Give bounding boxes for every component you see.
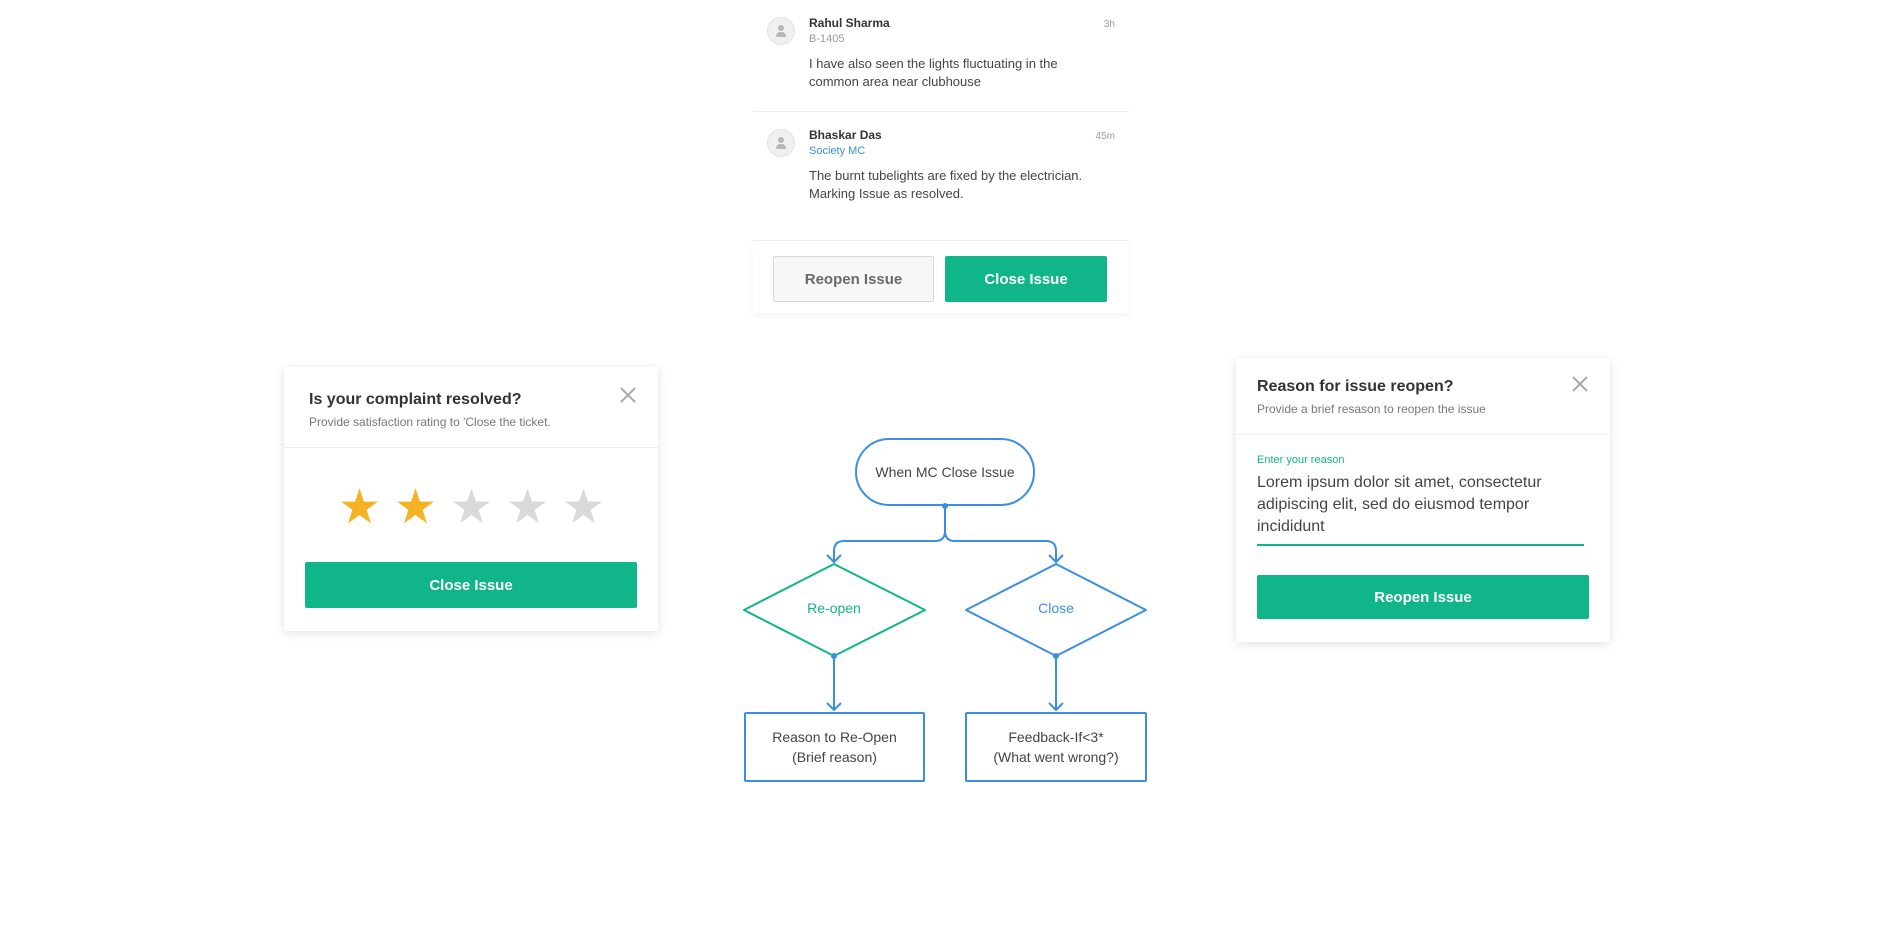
comment-role-link[interactable]: Society MC bbox=[809, 143, 1115, 159]
comment-author: Rahul Sharma bbox=[809, 16, 890, 30]
comment-text: I have also seen the lights fluctuating … bbox=[809, 56, 1058, 89]
reopen-modal-header: Reason for issue reopen? Provide a brief… bbox=[1236, 358, 1610, 435]
reason-textarea[interactable]: Lorem ipsum dolor sit amet, consectetur … bbox=[1257, 472, 1584, 546]
flow-feedback-result-line1: Feedback-If<3* bbox=[1008, 729, 1104, 745]
comment-text: The burnt tubelights are fixed by the el… bbox=[809, 168, 1083, 201]
reopen-modal: Reason for issue reopen? Provide a brief… bbox=[1236, 358, 1610, 642]
reopen-modal-subtitle: Provide a brief resason to reopen the is… bbox=[1257, 402, 1486, 416]
flow-reopen-result-line2: (Brief reason) bbox=[792, 749, 877, 765]
comment-author: Bhaskar Das bbox=[809, 128, 882, 142]
comment-item: 3h Rahul Sharma B-1405 I have also seen … bbox=[753, 0, 1129, 111]
star-icon[interactable]: ★ bbox=[450, 483, 493, 533]
flow-start-node: When MC Close Issue bbox=[855, 438, 1035, 506]
close-issue-button[interactable]: Close Issue bbox=[945, 256, 1107, 302]
avatar-icon bbox=[767, 17, 795, 45]
rating-modal: Is your complaint resolved? Provide sati… bbox=[284, 367, 658, 631]
flow-reopen-result-line1: Reason to Re-Open bbox=[772, 729, 897, 745]
issue-action-bar: Reopen Issue Close Issue bbox=[753, 240, 1129, 313]
flow-reopen-label: Re-open bbox=[807, 600, 861, 616]
comment-unit: B-1405 bbox=[809, 33, 845, 45]
star-icon[interactable]: ★ bbox=[338, 483, 381, 533]
comment-time: 45m bbox=[1095, 131, 1115, 142]
reopen-issue-button[interactable]: Reopen Issue bbox=[773, 256, 934, 302]
flow-reopen-result: Reason to Re-Open (Brief reason) bbox=[744, 712, 925, 782]
flow-feedback-result-line2: (What went wrong?) bbox=[993, 749, 1119, 765]
close-icon[interactable] bbox=[620, 387, 636, 403]
close-icon[interactable] bbox=[1572, 376, 1588, 392]
rating-close-issue-button[interactable]: Close Issue bbox=[305, 562, 637, 608]
rating-modal-title: Is your complaint resolved? bbox=[309, 391, 522, 408]
comment-thread: 3h Rahul Sharma B-1405 I have also seen … bbox=[753, 0, 1129, 223]
reason-field-label: Enter your reason bbox=[1257, 454, 1345, 466]
reopen-modal-title: Reason for issue reopen? bbox=[1257, 378, 1454, 395]
reopen-issue-submit-button[interactable]: Reopen Issue bbox=[1257, 575, 1589, 619]
flow-feedback-result: Feedback-If<3* (What went wrong?) bbox=[965, 712, 1147, 782]
star-icon[interactable]: ★ bbox=[394, 483, 437, 533]
avatar-icon bbox=[767, 129, 795, 157]
flow-close-label: Close bbox=[1038, 600, 1074, 616]
rating-modal-header: Is your complaint resolved? Provide sati… bbox=[284, 367, 658, 448]
comment-item: 45m Bhaskar Das Society MC The burnt tub… bbox=[753, 111, 1129, 223]
star-icon[interactable]: ★ bbox=[562, 483, 605, 533]
star-icon[interactable]: ★ bbox=[506, 483, 549, 533]
comment-time: 3h bbox=[1103, 19, 1115, 30]
rating-modal-subtitle: Provide satisfaction rating to 'Close th… bbox=[309, 415, 551, 429]
star-rating[interactable]: ★ ★ ★ ★ ★ bbox=[338, 483, 605, 533]
